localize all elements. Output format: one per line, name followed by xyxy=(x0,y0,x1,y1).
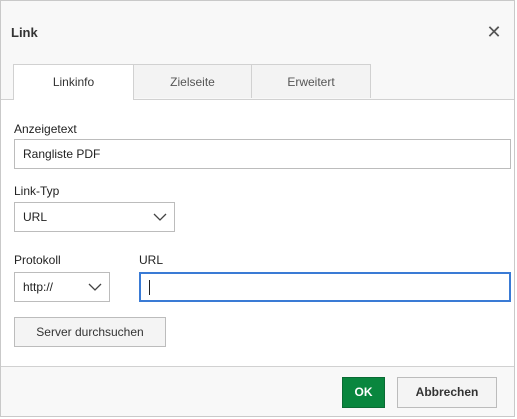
protocol-select[interactable]: http:// xyxy=(14,272,110,302)
dialog-title: Link xyxy=(11,25,38,40)
cancel-button[interactable]: Abbrechen xyxy=(397,377,497,408)
close-icon[interactable]: ✕ xyxy=(484,22,504,42)
protocol-label: Protokoll xyxy=(14,253,61,267)
protocol-value: http:// xyxy=(23,280,54,294)
ok-button[interactable]: OK xyxy=(342,377,385,408)
link-type-value: URL xyxy=(23,210,48,224)
text-cursor xyxy=(149,280,150,296)
url-label: URL xyxy=(139,253,164,267)
chevron-down-icon xyxy=(153,213,167,221)
dialog-content: Anzeigetext Rangliste PDF Link-Typ URL P… xyxy=(1,100,514,366)
link-type-label: Link-Typ xyxy=(14,184,60,198)
link-dialog: Link ✕ Linkinfo Zielseite Erweitert Anze… xyxy=(0,0,515,417)
tab-zielseite[interactable]: Zielseite xyxy=(133,64,252,98)
browse-server-button[interactable]: Server durchsuchen xyxy=(14,317,166,347)
tab-bar: Linkinfo Zielseite Erweitert xyxy=(1,61,514,100)
dialog-titlebar: Link ✕ xyxy=(1,1,514,62)
url-input[interactable] xyxy=(139,272,511,302)
tab-linkinfo[interactable]: Linkinfo xyxy=(13,64,134,100)
display-text-label: Anzeigetext xyxy=(14,122,77,136)
chevron-down-icon xyxy=(88,283,102,291)
link-type-select[interactable]: URL xyxy=(14,202,175,232)
display-text-input[interactable]: Rangliste PDF xyxy=(14,139,511,169)
tab-erweitert[interactable]: Erweitert xyxy=(251,64,371,98)
dialog-footer: OK Abbrechen xyxy=(1,366,514,416)
